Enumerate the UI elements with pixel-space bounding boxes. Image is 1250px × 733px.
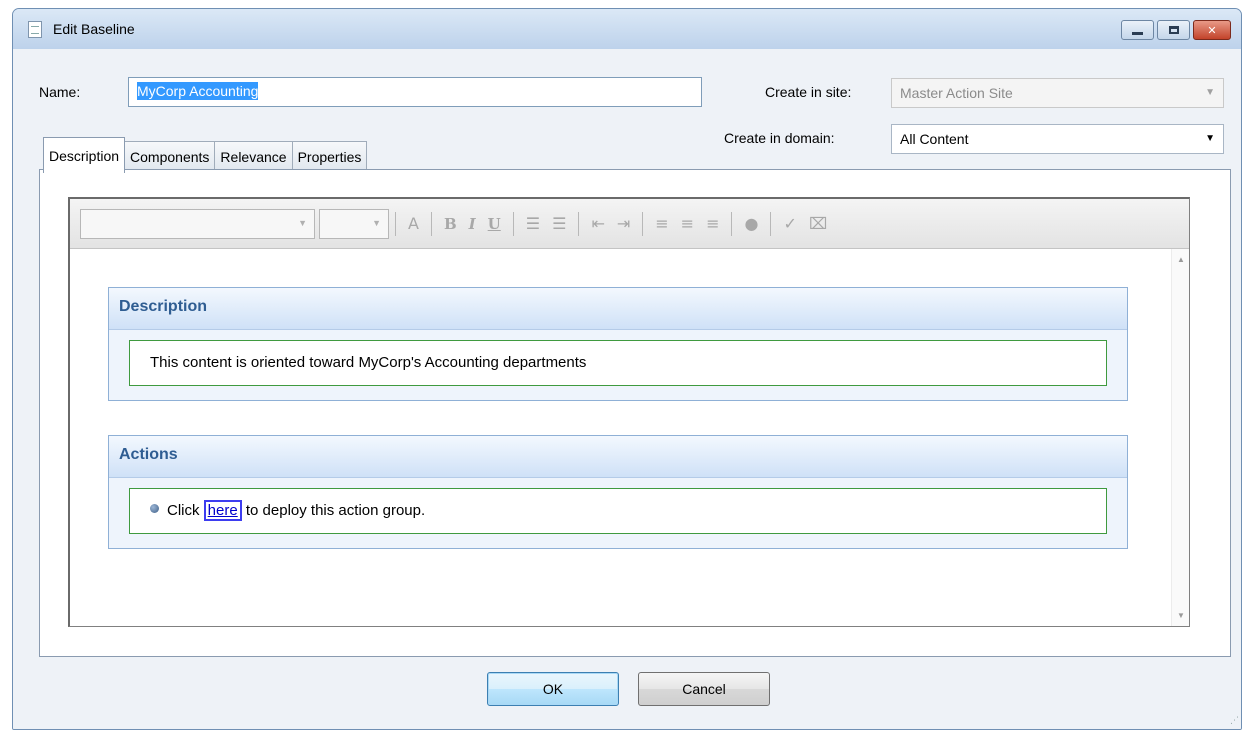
action-suffix: to deploy this action group. [245, 502, 426, 519]
vertical-scrollbar[interactable]: ▲ ▼ [1171, 249, 1189, 626]
chevron-down-icon: ▼ [372, 217, 381, 228]
scroll-up-icon[interactable]: ▲ [1172, 255, 1190, 264]
cancel-button[interactable]: Cancel [638, 672, 770, 706]
name-input-value: MyCorp Accounting [137, 82, 259, 100]
name-label: Name: [39, 84, 81, 100]
bullet-list-icon[interactable]: ☰ [546, 214, 572, 233]
indent-icon[interactable]: ⇥ [611, 214, 636, 233]
site-select[interactable]: Master Action Site ▼ [891, 78, 1224, 108]
description-text-box[interactable]: This content is oriented toward MyCorp's… [129, 340, 1107, 386]
font-family-select[interactable]: ▼ [80, 208, 315, 239]
window-title: Edit Baseline [53, 21, 135, 37]
close-button[interactable]: ✕ [1193, 20, 1231, 40]
outdent-icon[interactable]: ⇤ [585, 214, 610, 233]
close-icon: ✕ [1207, 24, 1217, 37]
bold-icon[interactable]: B [438, 215, 463, 233]
align-right-icon[interactable]: ≡ [700, 214, 725, 233]
insert-link-icon[interactable]: ● [738, 214, 764, 233]
toolbar-divider [731, 211, 733, 236]
section-heading: Description [109, 288, 1127, 330]
edit-baseline-dialog: Edit Baseline ✕ Name: MyCorp Accounting … [12, 8, 1242, 730]
minimize-icon [1132, 31, 1143, 35]
chevron-down-icon: ▼ [298, 217, 307, 228]
toolbar-divider [395, 211, 396, 236]
editor-content-area[interactable]: Description This content is oriented tow… [70, 249, 1189, 626]
italic-icon[interactable]: I [463, 215, 482, 233]
description-tab-panel: ▼ ▼ A B I U ☰ ☰ ⇤ ⇥ ≡ ≡ ≡ ● ✓ ⌧ Descript… [39, 169, 1231, 657]
action-prefix: Click [167, 502, 200, 519]
font-color-icon[interactable]: A [402, 214, 425, 233]
underline-icon[interactable]: U [482, 215, 507, 233]
domain-select[interactable]: All Content ▼ [891, 124, 1224, 154]
description-section: Description This content is oriented tow… [108, 287, 1128, 401]
rich-text-editor: ▼ ▼ A B I U ☰ ☰ ⇤ ⇥ ≡ ≡ ≡ ● ✓ ⌧ Descript… [68, 197, 1190, 627]
actions-section: Actions Click here to deploy this action… [108, 435, 1128, 549]
align-center-icon[interactable]: ≡ [675, 214, 700, 233]
bullet-icon [150, 504, 159, 513]
clear-format-icon[interactable]: ⌧ [803, 214, 833, 233]
maximize-button[interactable] [1157, 20, 1190, 40]
tab-description[interactable]: Description [43, 137, 126, 173]
description-text: This content is oriented toward MyCorp's… [150, 354, 587, 371]
tab-strip: Description Components Relevance Propert… [43, 137, 368, 173]
actions-text-box[interactable]: Click here to deploy this action group. [129, 488, 1107, 534]
domain-label: Create in domain: [724, 130, 835, 146]
spellcheck-icon[interactable]: ✓ [777, 214, 802, 233]
numbered-list-icon[interactable]: ☰ [520, 214, 546, 233]
chevron-down-icon: ▼ [1205, 133, 1215, 144]
editor-toolbar: ▼ ▼ A B I U ☰ ☰ ⇤ ⇥ ≡ ≡ ≡ ● ✓ ⌧ [70, 199, 1189, 249]
maximize-icon [1168, 26, 1179, 34]
toolbar-divider [578, 211, 580, 236]
chevron-down-icon: ▼ [1205, 87, 1215, 98]
domain-select-value: All Content [900, 131, 969, 147]
title-bar[interactable]: Edit Baseline ✕ [13, 9, 1241, 49]
dialog-client-area: Name: MyCorp Accounting Create in site: … [13, 49, 1241, 729]
document-icon [28, 21, 42, 38]
site-label: Create in site: [765, 84, 852, 100]
scroll-down-icon[interactable]: ▼ [1172, 611, 1190, 620]
font-size-select[interactable]: ▼ [319, 208, 389, 239]
minimize-button[interactable] [1121, 20, 1154, 40]
section-heading: Actions [109, 436, 1127, 478]
toolbar-divider [770, 211, 772, 236]
align-left-icon[interactable]: ≡ [649, 214, 674, 233]
deploy-action-link[interactable]: here [203, 500, 242, 521]
toolbar-divider [430, 211, 432, 236]
ok-button[interactable]: OK [487, 672, 619, 706]
site-select-value: Master Action Site [900, 85, 1013, 101]
resize-grip-icon[interactable]: ⋰ [1230, 715, 1239, 726]
toolbar-divider [512, 211, 514, 236]
toolbar-divider [642, 211, 644, 236]
name-input[interactable]: MyCorp Accounting [128, 77, 702, 107]
window-controls: ✕ [1121, 20, 1231, 40]
